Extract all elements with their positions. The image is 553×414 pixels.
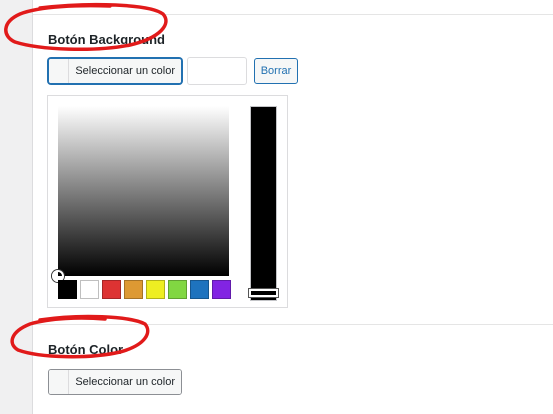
background-field-label: Botón Background [48,32,165,47]
current-color-swatch [49,59,70,83]
current-color-swatch [49,370,70,394]
hue-strip[interactable] [250,106,277,301]
white-swatch[interactable] [80,280,99,299]
background-color-picker-button[interactable]: Seleccionar un color [48,58,182,84]
blue-swatch[interactable] [190,280,209,299]
orange-swatch[interactable] [124,280,143,299]
color-picker-panel [47,95,288,308]
purple-swatch[interactable] [212,280,231,299]
picker-button-label: Seleccionar un color [69,59,181,83]
color-palette [58,280,231,299]
green-swatch[interactable] [168,280,187,299]
admin-sidebar-edge [0,0,33,414]
text-color-picker-button[interactable]: Seleccionar un color [48,369,182,395]
hex-color-input[interactable] [187,57,247,85]
red-swatch[interactable] [102,280,121,299]
black-swatch[interactable] [58,280,77,299]
saturation-area[interactable] [58,106,229,276]
divider [33,14,553,15]
yellow-swatch[interactable] [146,280,165,299]
clear-button[interactable]: Borrar [254,58,298,84]
color-field-label: Botón Color [48,342,124,357]
hue-slider-handle[interactable] [249,289,278,297]
picker-button-label: Seleccionar un color [69,370,181,394]
divider [33,324,553,325]
